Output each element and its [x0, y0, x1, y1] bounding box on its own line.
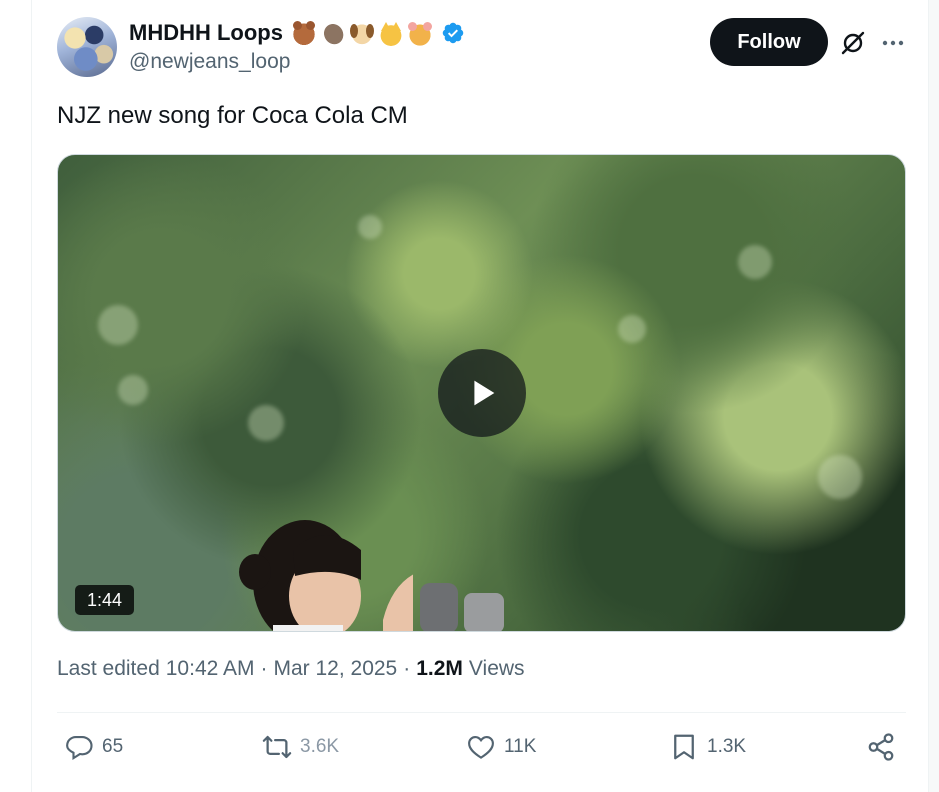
bokeh-light	[738, 245, 772, 279]
like-count: 11K	[504, 736, 537, 757]
play-icon	[474, 380, 495, 406]
post-time[interactable]: 10:42 AM	[166, 657, 255, 681]
right-gutter	[929, 0, 939, 792]
divider	[57, 712, 906, 713]
avatar[interactable]	[57, 17, 117, 77]
author-handle[interactable]: @newjeans_loop	[129, 50, 290, 74]
bokeh-light	[118, 375, 148, 405]
follow-button[interactable]: Follow	[710, 18, 828, 66]
tweet-page: MHDHH Loops @newjeans_loop Follow NJZ ne…	[0, 0, 939, 792]
tweet-card: MHDHH Loops @newjeans_loop Follow NJZ ne…	[31, 0, 929, 792]
bokeh-light	[98, 305, 138, 345]
play-button[interactable]	[438, 349, 526, 437]
post-date[interactable]: Mar 12, 2025	[273, 657, 397, 681]
author-display-name[interactable]: MHDHH Loops	[129, 20, 283, 46]
views-count: 1.2M	[416, 657, 463, 680]
tweet-text: NJZ new song for Coca Cola CM	[57, 102, 408, 129]
reply-count: 65	[102, 736, 124, 757]
video-thumbnail-person	[239, 520, 413, 631]
bookmark-button[interactable]: 1.3K	[669, 730, 746, 764]
cat-face-emoji-icon	[377, 20, 404, 46]
tweet-meta: Last edited 10:42 AM · Mar 12, 2025 · 1.…	[57, 657, 525, 681]
bookmark-count: 1.3K	[707, 736, 747, 757]
repost-count: 3.6K	[300, 736, 340, 757]
heart-icon	[468, 735, 494, 759]
video-duration-badge: 1:44	[75, 585, 135, 615]
bokeh-light	[618, 315, 646, 343]
verified-badge-icon[interactable]	[441, 21, 465, 45]
repost-arrows-icon	[262, 735, 292, 759]
author-name-row: MHDHH Loops	[129, 15, 465, 51]
bokeh-light	[248, 405, 284, 441]
hamster-face-emoji-icon	[406, 20, 433, 46]
share-button[interactable]	[866, 730, 896, 764]
share-nodes-icon	[868, 733, 894, 761]
bokeh-light	[818, 455, 862, 499]
otter-emoji-icon	[315, 15, 351, 51]
speech-bubble-icon	[66, 735, 93, 761]
bookmark-icon	[674, 734, 694, 760]
edited-prefix[interactable]: Last edited	[57, 657, 160, 681]
teddy-bear-emoji-icon	[290, 20, 317, 46]
ellipsis-icon[interactable]	[880, 30, 906, 56]
grok-slash-circle-icon[interactable]	[840, 30, 866, 56]
meta-separator: ·	[403, 657, 411, 680]
bokeh-light	[358, 215, 382, 239]
like-button[interactable]: 11K	[466, 730, 536, 764]
views-label: Views	[468, 657, 525, 680]
repost-button[interactable]: 3.6K	[262, 730, 339, 764]
dog-face-emoji-icon	[348, 20, 375, 46]
name-emojis	[290, 15, 433, 51]
reply-button[interactable]: 65	[64, 730, 123, 764]
meta-separator: ·	[260, 657, 268, 680]
microphone-stand	[420, 583, 504, 631]
video-player[interactable]: 1:44	[57, 154, 906, 632]
